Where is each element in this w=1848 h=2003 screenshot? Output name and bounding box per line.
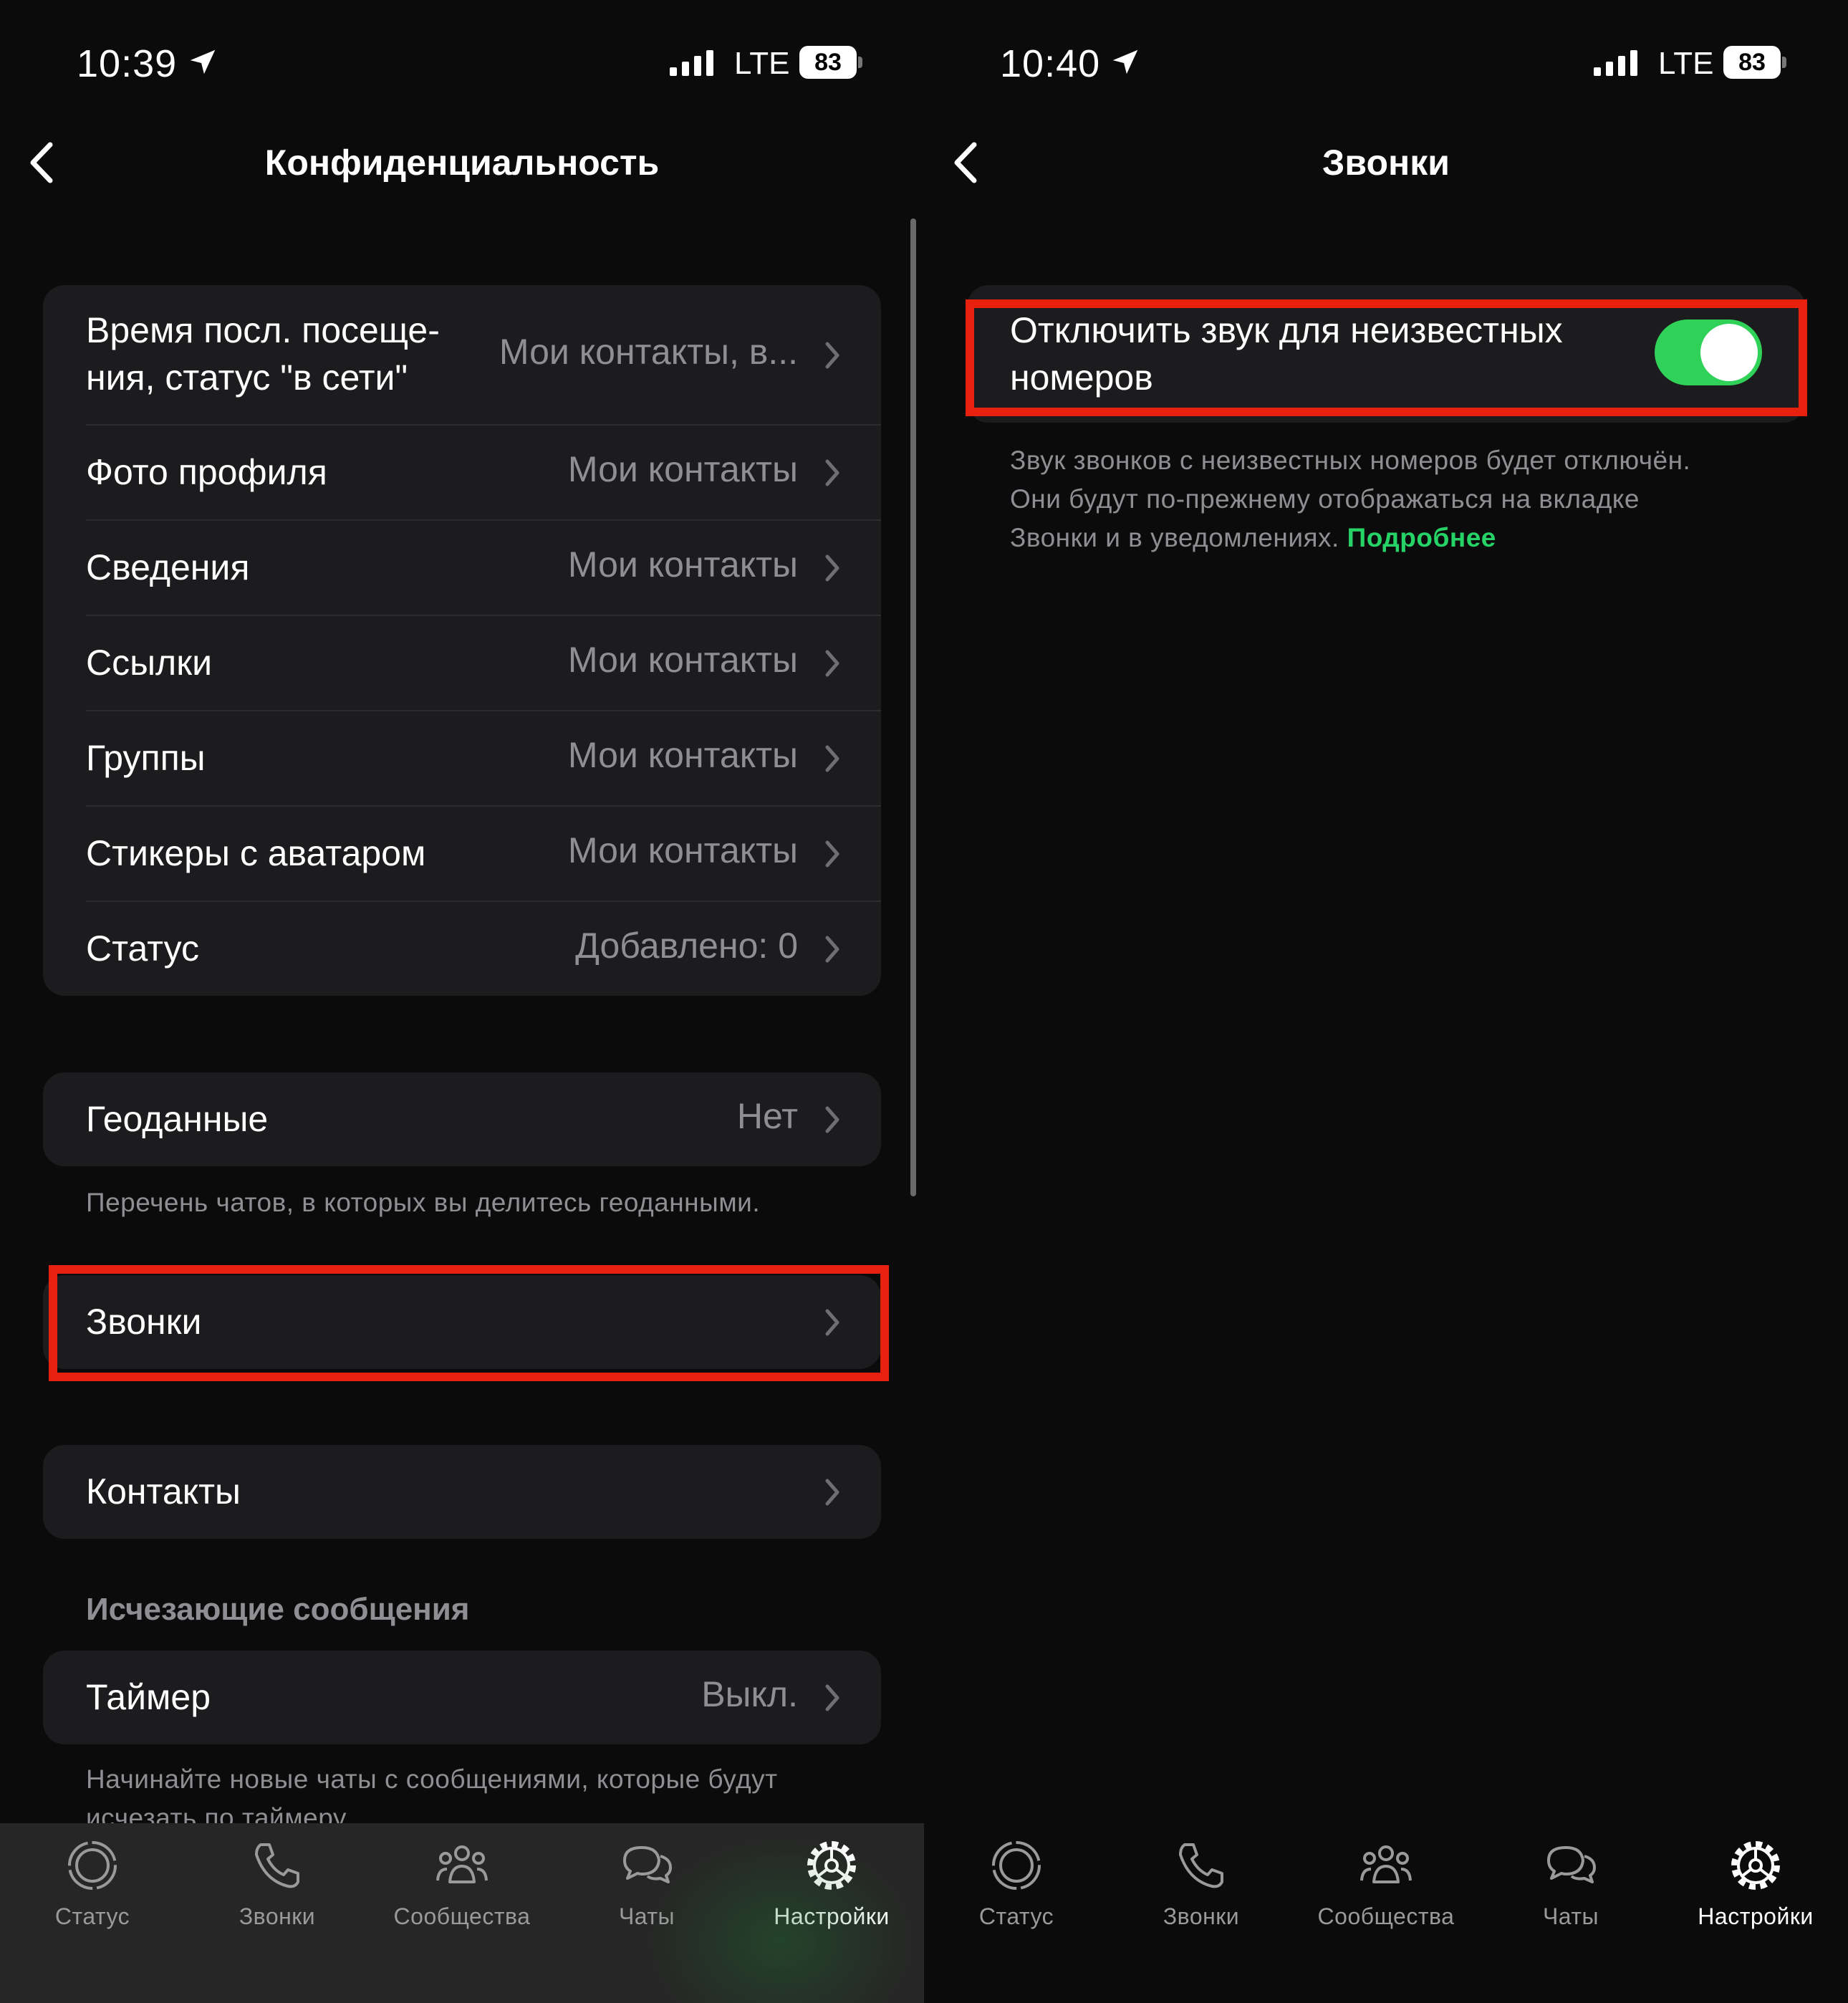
row-value: Мои контакты — [567, 544, 798, 585]
cellular-signal-icon — [1594, 50, 1637, 76]
row-label: Ссылки — [86, 643, 213, 683]
row-label: Таймер — [86, 1677, 211, 1717]
communities-icon — [436, 1845, 488, 1883]
battery-level: 83 — [1723, 46, 1781, 79]
glow-overlay — [645, 1834, 917, 2003]
chevron-right-icon — [825, 342, 839, 369]
privacy-settings-group: Время посл. посеще- ния, статус "в сети"… — [43, 285, 881, 996]
tab-label: Звонки — [239, 1903, 316, 1929]
battery-icon: 83 — [799, 46, 862, 79]
row-value: Выкл. — [701, 1674, 798, 1714]
page-title: Конфиденциальность — [264, 143, 660, 183]
chevron-right-icon — [825, 1106, 839, 1133]
battery-icon: 83 — [1723, 46, 1786, 79]
row-label: Группы — [86, 738, 206, 778]
phone-icon — [255, 1843, 299, 1888]
row-value: Мои контакты — [567, 449, 798, 489]
chevron-right-icon — [825, 840, 839, 868]
chevron-right-icon — [825, 1479, 839, 1506]
chevron-right-icon — [825, 745, 839, 772]
row-avatar-stickers[interactable]: Стикеры с аватаром Мои контакты — [43, 807, 881, 900]
tab-label: Сообщества — [1317, 1903, 1455, 1929]
tab-calls[interactable]: Звонки — [1109, 1823, 1294, 2003]
row-last-seen[interactable]: Время посл. посеще- ния, статус "в сети"… — [43, 285, 881, 425]
network-type: LTE — [1658, 46, 1714, 81]
row-groups[interactable]: Группы Мои контакты — [43, 711, 881, 805]
row-value: Мои контакты — [567, 830, 798, 870]
highlight-box — [49, 1265, 889, 1381]
row-links[interactable]: Ссылки Мои контакты — [43, 616, 881, 710]
learn-more-link[interactable]: Подробнее — [1347, 523, 1496, 552]
row-timer[interactable]: Таймер Выкл. — [43, 1651, 881, 1744]
tab-label: Сообщества — [393, 1903, 531, 1929]
silence-footnote-line1: Звук звонков с неизвестных номеров будет… — [1010, 446, 1691, 475]
chevron-right-icon — [825, 650, 839, 677]
geo-footnote: Перечень чатов, в которых вы делитесь ге… — [86, 1188, 761, 1217]
scrollbar[interactable] — [910, 218, 916, 1196]
row-label: Геоданные — [86, 1099, 269, 1139]
tab-settings[interactable]: Настройки — [1663, 1823, 1848, 2003]
status-icon — [992, 1841, 1041, 1890]
row-label: Контакты — [86, 1471, 241, 1512]
network-type: LTE — [734, 46, 790, 81]
back-chevron-icon[interactable] — [26, 140, 57, 185]
row-label: Сведения — [86, 547, 250, 587]
section-header: Исчезающие сообщения — [86, 1592, 470, 1627]
tab-label: Звонки — [1163, 1903, 1240, 1929]
status-time: 10:40 — [1000, 42, 1101, 85]
row-profile-photo[interactable]: Фото профиля Мои контакты — [43, 426, 881, 519]
phone-icon — [1179, 1843, 1223, 1888]
footnote-text: Звонки и в уведомлениях. — [1010, 523, 1339, 552]
row-value: Нет — [736, 1096, 798, 1136]
cellular-signal-icon — [670, 50, 713, 76]
tab-label: Чаты — [1542, 1903, 1599, 1929]
silence-footnote-line2: Они будут по-прежнему отображаться на вк… — [1010, 484, 1640, 514]
calls-settings-screen: 10:40 LTE 83 Звонки Отключить звук для н… — [924, 0, 1848, 2003]
chevron-right-icon — [825, 1684, 839, 1711]
row-value: Мои контакты — [567, 640, 798, 680]
row-value: Мои контакты, в... — [499, 332, 798, 372]
privacy-screen: 10:39 LTE 83 Конфиденциальность Время по… — [0, 0, 924, 2003]
tab-label: Настройки — [1698, 1903, 1814, 1929]
tab-calls[interactable]: Звонки — [185, 1823, 370, 2003]
row-label: ния, статус "в сети" — [86, 357, 408, 398]
row-contacts[interactable]: Контакты — [43, 1445, 881, 1539]
tab-chats[interactable]: Чаты — [1478, 1823, 1663, 2003]
tab-communities[interactable]: Сообщества — [1294, 1823, 1478, 2003]
chevron-right-icon — [825, 936, 839, 963]
battery-level: 83 — [799, 46, 857, 79]
back-chevron-icon[interactable] — [950, 140, 981, 185]
highlight-box — [966, 299, 1807, 416]
row-about[interactable]: Сведения Мои контакты — [43, 521, 881, 615]
status-time: 10:39 — [77, 42, 178, 85]
status-icon — [68, 1841, 117, 1890]
communities-icon — [1360, 1845, 1412, 1883]
tab-label: Статус — [978, 1903, 1054, 1929]
row-status[interactable]: Статус Добавлено: 0 — [43, 902, 881, 996]
row-label: Время посл. посеще- — [86, 310, 440, 350]
timer-footnote-line1: Начинайте новые чаты с сообщениями, кото… — [86, 1764, 778, 1794]
tab-label: Статус — [54, 1903, 130, 1929]
chevron-right-icon — [825, 554, 839, 582]
location-arrow-icon — [1112, 49, 1138, 75]
tab-status[interactable]: Статус — [0, 1823, 185, 2003]
settings-icon — [1731, 1841, 1780, 1890]
location-arrow-icon — [190, 49, 216, 75]
row-live-location[interactable]: Геоданные Нет — [43, 1072, 881, 1166]
chevron-right-icon — [825, 459, 839, 486]
row-label: Фото профиля — [86, 452, 327, 492]
page-title: Звонки — [1322, 143, 1450, 183]
tab-bar: Статус Звонки Сообщества Чаты — [924, 1823, 1848, 2003]
tab-communities[interactable]: Сообщества — [370, 1823, 554, 2003]
row-value: Мои контакты — [567, 735, 798, 775]
silence-footnote-line3: Звонки и в уведомлениях. Подробнее — [1010, 519, 1496, 557]
chats-icon — [1547, 1846, 1596, 1883]
row-label: Статус — [86, 928, 200, 969]
row-label: Стикеры с аватаром — [86, 833, 426, 873]
tab-status[interactable]: Статус — [924, 1823, 1109, 2003]
row-value: Добавлено: 0 — [575, 926, 798, 966]
